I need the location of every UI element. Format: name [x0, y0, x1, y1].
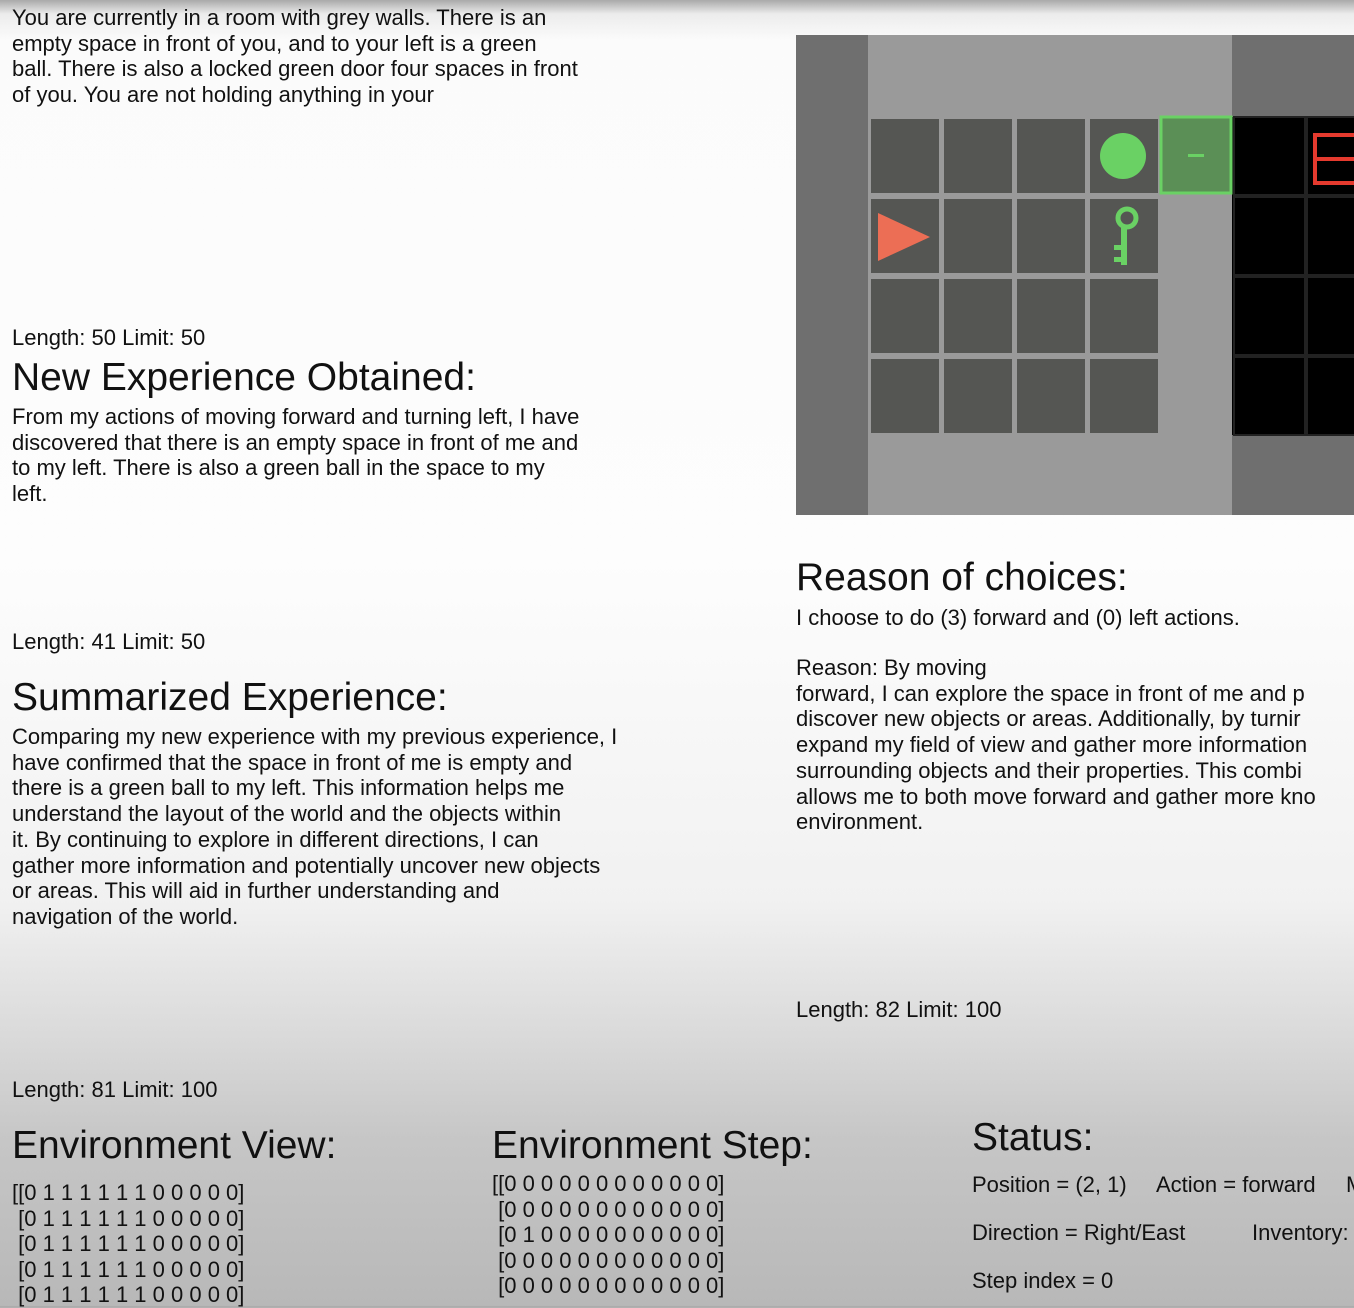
grid-cell: [944, 359, 1012, 433]
grid-cell: [1017, 279, 1085, 353]
key-tooth-2: [1114, 257, 1122, 262]
status-action: Action = forward: [1156, 1172, 1316, 1197]
grid-cell: [871, 359, 939, 433]
floor-area: [868, 35, 1232, 515]
grid-cell: [1017, 199, 1085, 273]
new-experience-title: New Experience Obtained:: [12, 356, 476, 399]
status-position: Position = (2, 1): [972, 1172, 1127, 1197]
status-step-index: Step index = 0: [972, 1268, 1114, 1293]
environment-step-title: Environment Step:: [492, 1124, 813, 1167]
environment-view-matrix: [[0 1 1 1 1 1 1 0 0 0 0 0] [0 1 1 1 1 1 …: [12, 1180, 245, 1307]
green-ball: [1100, 133, 1146, 179]
status-inventory: Inventory:: [1252, 1220, 1349, 1245]
grid-cell: [944, 199, 1012, 273]
status-cut-label: M: [1346, 1172, 1354, 1198]
grid-cell: [944, 279, 1012, 353]
grid-cell: [944, 119, 1012, 193]
status-direction: Direction = Right/East: [972, 1220, 1186, 1245]
summarized-experience-title: Summarized Experience:: [12, 676, 448, 719]
reason-choice: I choose to do (3) forward and (0) left …: [796, 605, 1240, 630]
environment-render: [796, 35, 1354, 515]
summarized-experience-text: Comparing my new experience with my prev…: [12, 724, 618, 929]
grid-cell: [1090, 279, 1158, 353]
reason-title: Reason of choices:: [796, 556, 1128, 599]
grid-cell: [871, 279, 939, 353]
reason-length: Length: 82 Limit: 100: [796, 997, 1002, 1022]
new-experience-text: From my actions of moving forward and tu…: [12, 404, 580, 507]
environment-view-title: Environment View:: [12, 1124, 337, 1167]
grid-cell: [1017, 119, 1085, 193]
grid-cell: [871, 119, 939, 193]
summarized-experience-length: Length: 81 Limit: 100: [12, 1077, 218, 1102]
grid-cell: [1090, 359, 1158, 433]
environment-step-matrix: [[0 0 0 0 0 0 0 0 0 0 0 0] [0 0 0 0 0 0 …: [492, 1171, 725, 1298]
key-tooth-1: [1114, 245, 1122, 250]
status-title: Status:: [972, 1116, 1094, 1159]
red-object-bar: [1315, 157, 1354, 161]
reason-text: Reason: By moving forward, I can explore…: [796, 655, 1316, 835]
grid-cell: [1017, 359, 1085, 433]
door-lock-slot: [1188, 154, 1204, 157]
new-experience-length: Length: 41 Limit: 50: [12, 629, 206, 654]
observation-text: You are currently in a room with grey wa…: [12, 5, 578, 108]
observation-length: Length: 50 Limit: 50: [12, 325, 206, 350]
